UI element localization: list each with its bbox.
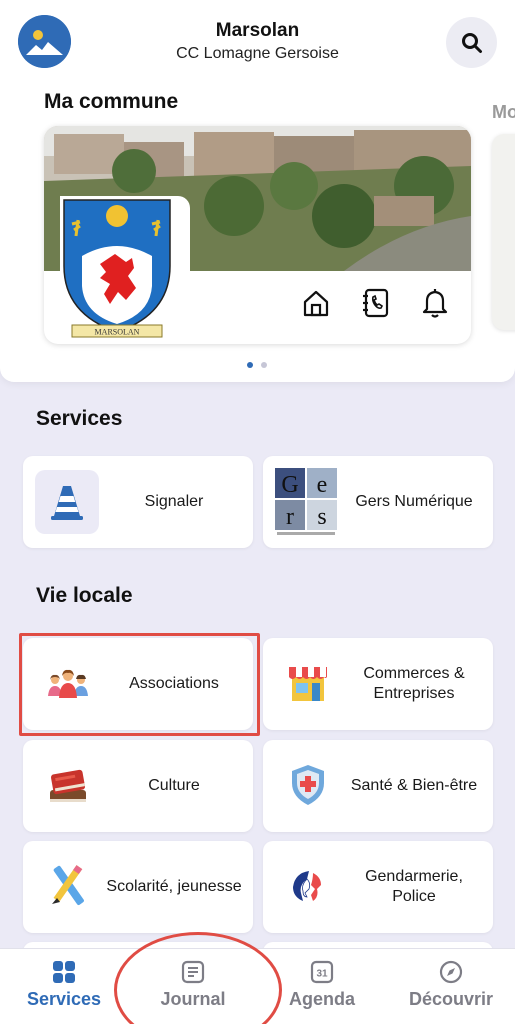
tile-gers-numerique[interactable]: G e r s Gers Numérique bbox=[263, 456, 493, 548]
tile-commerces[interactable]: Commerces & Entreprises bbox=[263, 638, 493, 730]
tile-culture[interactable]: Culture bbox=[23, 740, 253, 832]
search-icon bbox=[461, 32, 482, 53]
pencil-ruler-icon bbox=[37, 855, 99, 917]
tile-label-gendarmerie: Gendarmerie, Police bbox=[365, 868, 463, 905]
tile-label-gers-numerique: Gers Numérique bbox=[355, 493, 473, 510]
header-panel: Marsolan CC Lomagne Gersoise Ma commune … bbox=[0, 0, 515, 382]
svg-text:s: s bbox=[317, 504, 326, 530]
shop-icon bbox=[277, 652, 339, 714]
tile-label-sante: Santé & Bien-être bbox=[350, 777, 478, 794]
books-icon bbox=[37, 754, 99, 816]
next-card-title: Mo bbox=[492, 102, 515, 122]
next-carousel-card[interactable] bbox=[492, 134, 515, 330]
tile-scolarite[interactable]: Scolarité, jeunesse bbox=[23, 841, 253, 933]
tile-label-culture: Culture bbox=[148, 777, 200, 794]
traffic-cone-icon bbox=[35, 470, 99, 534]
card-actions bbox=[234, 286, 471, 326]
svg-text:r: r bbox=[286, 504, 294, 530]
search-button[interactable] bbox=[446, 17, 497, 68]
crest-banner-text: MARSOLAN bbox=[95, 328, 140, 337]
tile-label-signaler: Signaler bbox=[144, 493, 204, 510]
nav-label-agenda: Agenda bbox=[288, 989, 355, 1009]
contact-book-icon[interactable] bbox=[360, 286, 392, 320]
calendar-icon: 31 bbox=[309, 959, 335, 985]
home-icon[interactable] bbox=[300, 286, 332, 320]
tile-label-scolarite: Scolarité, jeunesse bbox=[106, 878, 242, 895]
section-title-services: Services bbox=[36, 407, 123, 430]
grid-icon bbox=[51, 959, 77, 985]
tile-label-commerces: Commerces & Entreprises bbox=[363, 665, 465, 702]
compass-icon bbox=[438, 959, 464, 985]
nav-services[interactable]: Services bbox=[20, 949, 108, 1024]
section-title-ma-commune: Ma commune bbox=[44, 90, 179, 113]
marianne-icon bbox=[277, 855, 339, 917]
nav-label-decouvrir: Découvrir bbox=[408, 989, 494, 1009]
commune-crest-icon: MARSOLAN bbox=[60, 196, 174, 342]
annotation-highlight-box bbox=[19, 633, 260, 736]
tile-gendarmerie[interactable]: Gendarmerie, Police bbox=[263, 841, 493, 933]
tile-signaler[interactable]: Signaler bbox=[23, 456, 253, 548]
nav-label-services: Services bbox=[26, 989, 102, 1009]
carousel-dot[interactable] bbox=[261, 362, 267, 368]
bell-icon[interactable] bbox=[419, 286, 451, 320]
svg-text:e: e bbox=[317, 472, 328, 498]
gers-numerique-logo: G e r s bbox=[273, 466, 339, 538]
nav-agenda[interactable]: 31 Agenda bbox=[278, 949, 366, 1024]
calendar-icon-text: 31 bbox=[316, 969, 328, 980]
nav-decouvrir[interactable]: Découvrir bbox=[402, 949, 500, 1024]
svg-text:G: G bbox=[281, 472, 298, 498]
community-name: CC Lomagne Gersoise bbox=[176, 45, 339, 62]
medical-shield-icon bbox=[277, 754, 339, 816]
city-name: Marsolan bbox=[215, 20, 300, 41]
tile-sante[interactable]: Santé & Bien-être bbox=[263, 740, 493, 832]
section-title-vie-locale: Vie locale bbox=[36, 584, 133, 607]
carousel-dot-active[interactable] bbox=[247, 362, 253, 368]
